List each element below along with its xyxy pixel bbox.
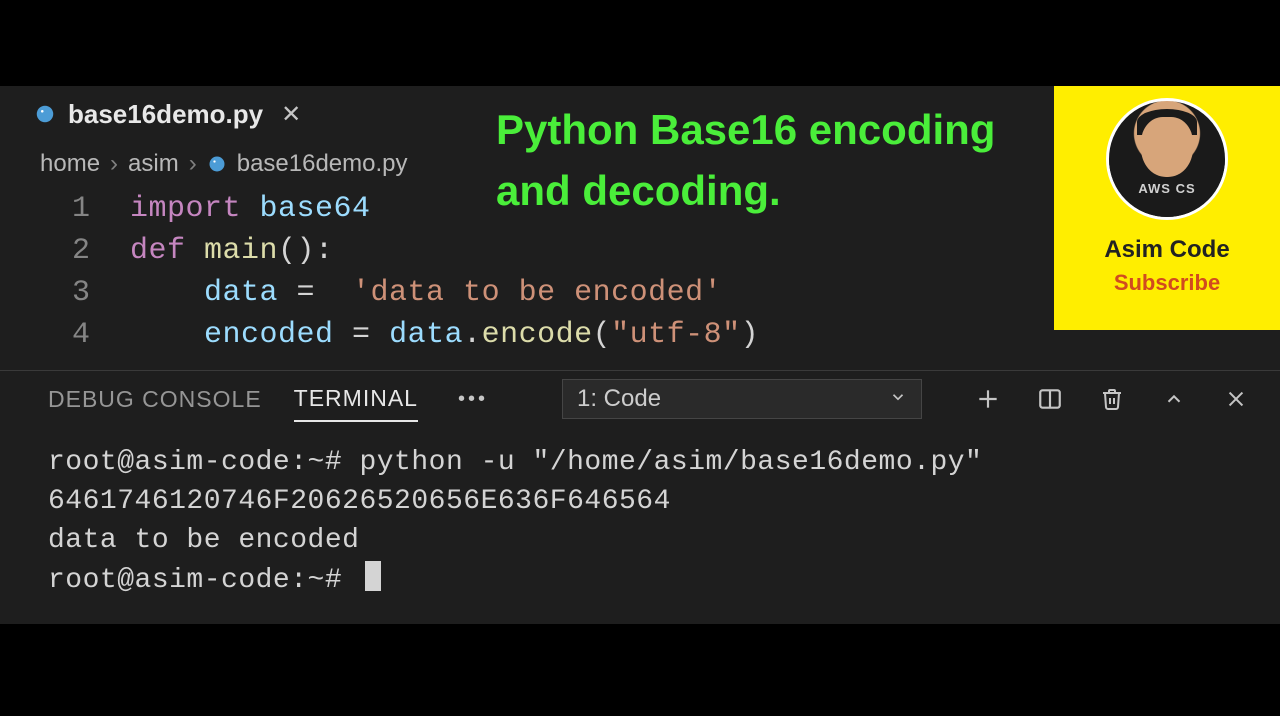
terminal-line: 6461746120746F20626520656E636F646564 <box>48 482 1232 521</box>
chevron-right-icon: › <box>110 150 118 178</box>
terminal-panel: DEBUG CONSOLE TERMINAL ••• 1: Code <box>0 370 1280 624</box>
terminal-line: data to be encoded <box>48 521 1232 560</box>
tab-filename: base16demo.py <box>68 99 263 130</box>
close-panel-icon[interactable] <box>1222 385 1250 413</box>
line-number: 4 <box>0 318 130 352</box>
terminal-line: root@asim-code:~# <box>48 561 1232 600</box>
trash-icon[interactable] <box>1098 385 1126 413</box>
breadcrumb-file[interactable]: base16demo.py <box>237 150 408 178</box>
terminal-selector[interactable]: 1: Code <box>562 379 922 419</box>
more-icon[interactable]: ••• <box>458 388 488 411</box>
channel-name: Asim Code <box>1104 236 1229 264</box>
terminal-cursor <box>365 561 381 591</box>
subscribe-link[interactable]: Subscribe <box>1114 270 1220 296</box>
video-title-overlay: Python Base16 encoding and decoding. <box>496 100 1056 222</box>
breadcrumb-home[interactable]: home <box>40 150 100 178</box>
letterbox-top <box>0 0 1280 86</box>
terminal-selector-label: 1: Code <box>577 385 661 413</box>
python-file-icon <box>207 154 227 174</box>
python-file-icon <box>34 103 56 125</box>
letterbox-bottom <box>0 624 1280 716</box>
avatar: AWS CS <box>1106 98 1228 220</box>
code-content: encoded = data.encode("utf-8") <box>130 318 759 352</box>
new-terminal-icon[interactable] <box>974 385 1002 413</box>
code-content: data = 'data to be encoded' <box>130 276 722 310</box>
line-number: 2 <box>0 234 130 268</box>
file-tab[interactable]: base16demo.py ✕ <box>24 86 311 142</box>
tab-terminal[interactable]: TERMINAL <box>294 377 418 422</box>
chevron-right-icon: › <box>189 150 197 178</box>
line-number: 3 <box>0 276 130 310</box>
chevron-up-icon[interactable] <box>1160 385 1188 413</box>
tab-debug-console[interactable]: DEBUG CONSOLE <box>48 378 262 421</box>
panel-tab-bar: DEBUG CONSOLE TERMINAL ••• 1: Code <box>0 371 1280 427</box>
code-content: def main(): <box>130 234 334 268</box>
chevron-down-icon <box>889 385 907 413</box>
terminal-output[interactable]: root@asim-code:~# python -u "/home/asim/… <box>0 427 1280 616</box>
breadcrumb-asim[interactable]: asim <box>128 150 179 178</box>
code-content: import base64 <box>130 192 371 226</box>
channel-card: AWS CS Asim Code Subscribe <box>1054 86 1280 330</box>
split-terminal-icon[interactable] <box>1036 385 1064 413</box>
terminal-line: root@asim-code:~# python -u "/home/asim/… <box>48 443 1232 482</box>
panel-actions <box>974 385 1250 413</box>
line-number: 1 <box>0 192 130 226</box>
close-icon[interactable]: ✕ <box>281 100 301 129</box>
